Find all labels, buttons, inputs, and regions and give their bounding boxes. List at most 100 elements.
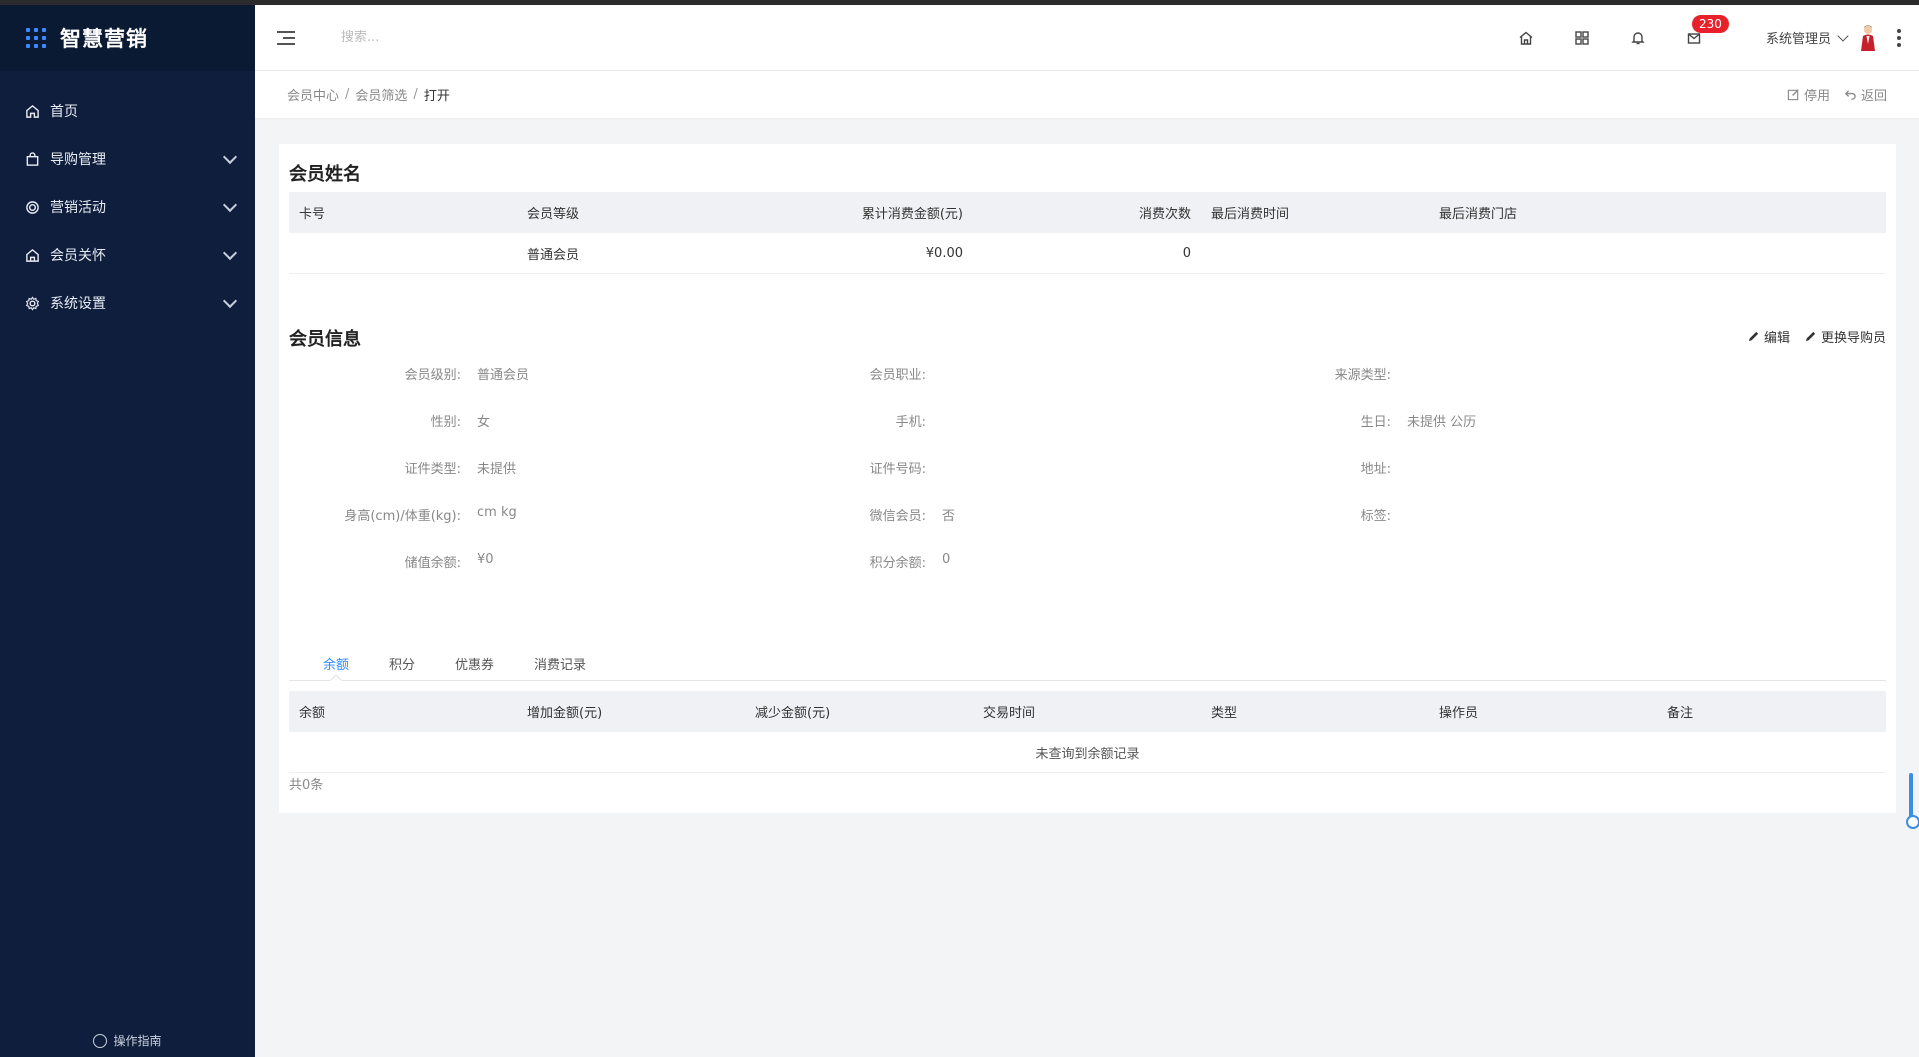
sidebar: 智慧营销 首页 导购管理 营销活动 会员关怀 系统设置 操作指南 <box>0 5 255 1057</box>
column-header: 操作员 <box>1439 706 1479 721</box>
field-label: 证件号码: <box>869 462 926 477</box>
pencil-icon <box>1748 331 1759 342</box>
operation-guide-link[interactable]: 操作指南 <box>0 1032 255 1049</box>
notifications-button[interactable] <box>1610 5 1666 71</box>
breadcrumb-separator: / <box>345 87 350 102</box>
record-tabs: 余额 积分 优惠券 消费记录 <box>289 644 1886 681</box>
change-guide-label: 更换导购员 <box>1820 331 1886 346</box>
info-row: 身高(cm)/体重(kg): cm kg 微信会员: 否 标签: <box>289 505 1886 552</box>
info-field-address: 地址: <box>1219 458 1684 505</box>
field-label: 标签: <box>1360 509 1391 524</box>
more-menu-icon[interactable] <box>1879 5 1919 71</box>
info-field-stored-balance: 储值余额: ¥0 <box>289 552 754 599</box>
table-header: 卡号 会员等级 累计消费金额(元) 消费次数 最后消费时间 最后消费门店 <box>289 192 1886 233</box>
grid-icon <box>1575 30 1589 45</box>
disable-label: 停用 <box>1803 89 1830 104</box>
tab-balance[interactable]: 余额 <box>323 644 349 680</box>
gear-icon <box>24 295 40 311</box>
edit-square-icon <box>1787 89 1799 101</box>
field-label: 性别: <box>430 415 461 430</box>
member-info-title: 会员信息 <box>289 329 361 350</box>
info-field-occupation: 会员职业: <box>754 364 1219 411</box>
empty-state-row: 未查询到余额记录 <box>289 732 1886 773</box>
info-field-tags: 标签: <box>1219 505 1684 552</box>
field-value: 未提供 <box>477 462 517 477</box>
info-field-gender: 性别: 女 <box>289 411 754 458</box>
table-header: 余额 增加金额(元) 减少金额(元) 交易时间 类型 操作员 备注 <box>289 691 1886 732</box>
table-row: 普通会员 ¥0.00 0 <box>289 233 1886 274</box>
bag-icon <box>24 151 40 167</box>
member-detail-card: 会员姓名 卡号 会员等级 累计消费金额(元) 消费次数 最后消费时间 最后消费门… <box>279 144 1896 813</box>
tab-coupons[interactable]: 优惠券 <box>455 644 494 680</box>
app-title: 智慧营销 <box>60 27 148 51</box>
info-field-source: 来源类型: <box>1219 364 1684 411</box>
brand[interactable]: 智慧营销 <box>0 5 255 71</box>
breadcrumb-item-member-filter[interactable]: 会员筛选 <box>355 85 407 104</box>
info-field-id-type: 证件类型: 未提供 <box>289 458 754 505</box>
menu-collapse-icon[interactable] <box>277 30 297 46</box>
field-value: 否 <box>942 509 956 524</box>
field-value: 0 <box>942 552 951 567</box>
field-label: 积分余额: <box>869 556 926 571</box>
column-header: 累计消费金额(元) <box>861 207 963 222</box>
disable-button[interactable]: 停用 <box>1787 85 1830 104</box>
home-icon <box>1519 31 1533 45</box>
return-icon <box>1844 90 1856 100</box>
search-input[interactable] <box>341 30 641 45</box>
edit-button[interactable]: 编辑 <box>1747 327 1790 346</box>
column-header: 最后消费时间 <box>1211 207 1290 222</box>
column-header: 会员等级 <box>527 207 580 222</box>
sidebar-item-settings[interactable]: 系统设置 <box>0 279 255 327</box>
tab-points[interactable]: 积分 <box>389 644 415 680</box>
back-button[interactable]: 返回 <box>1844 85 1887 104</box>
info-field-wechat-member: 微信会员: 否 <box>754 505 1219 552</box>
field-label: 储值余额: <box>404 556 461 571</box>
column-header: 减少金额(元) <box>755 706 831 721</box>
field-label: 会员职业: <box>869 368 926 383</box>
user-name: 系统管理员 <box>1765 32 1831 47</box>
compass-icon <box>93 1033 108 1048</box>
info-row: 储值余额: ¥0 积分余额: 0 <box>289 552 1886 599</box>
messages-button[interactable]: 230 <box>1666 5 1729 71</box>
chevron-down-icon <box>222 197 238 213</box>
home-button[interactable] <box>1498 5 1554 71</box>
cell-total-spend: ¥0.00 <box>925 245 963 261</box>
field-value: 普通会员 <box>477 368 530 383</box>
field-value: ¥0 <box>477 552 494 567</box>
field-label: 会员级别: <box>404 368 461 383</box>
column-header: 消费次数 <box>1138 207 1191 222</box>
breadcrumb-separator: / <box>413 87 418 102</box>
field-value: cm kg <box>477 505 517 520</box>
column-header: 类型 <box>1211 706 1238 721</box>
message-count-badge: 230 <box>1691 14 1729 33</box>
sidebar-item-guide-management[interactable]: 导购管理 <box>0 135 255 183</box>
tab-consumption-records[interactable]: 消费记录 <box>534 644 586 680</box>
breadcrumb-item-member-center[interactable]: 会员中心 <box>287 85 339 104</box>
info-field-phone: 手机: <box>754 411 1219 458</box>
home-icon <box>24 103 40 119</box>
column-header: 余额 <box>299 706 326 721</box>
info-row: 证件类型: 未提供 证件号码: 地址: <box>289 458 1886 505</box>
scrollbar-thumb[interactable] <box>1906 773 1919 829</box>
info-field-birthday: 生日: 未提供 公历 <box>1219 411 1684 458</box>
header-actions: 230 系统管理员 <box>1498 5 1919 71</box>
field-label: 证件类型: <box>404 462 461 477</box>
sidebar-item-home[interactable]: 首页 <box>0 87 255 135</box>
empty-state-text: 未查询到余额记录 <box>1035 746 1140 762</box>
breadcrumb-item-current: 打开 <box>423 89 450 104</box>
change-guide-button[interactable]: 更换导购员 <box>1804 327 1886 346</box>
chevron-down-icon <box>222 149 238 165</box>
info-field-height-weight: 身高(cm)/体重(kg): cm kg <box>289 505 754 552</box>
member-info-actions: 编辑 更换导购员 <box>1747 327 1886 346</box>
sidebar-item-marketing[interactable]: 营销活动 <box>0 183 255 231</box>
apps-button[interactable] <box>1554 5 1610 71</box>
back-label: 返回 <box>1860 89 1887 104</box>
column-header: 卡号 <box>299 207 326 222</box>
total-count: 共0条 <box>289 778 324 793</box>
house-icon <box>24 247 40 263</box>
cell-purchase-count: 0 <box>1182 245 1191 261</box>
user-menu[interactable]: 系统管理员 <box>1766 24 1879 52</box>
guide-label: 操作指南 <box>113 1034 162 1048</box>
chevron-down-icon <box>1837 29 1849 42</box>
sidebar-item-member-care[interactable]: 会员关怀 <box>0 231 255 279</box>
